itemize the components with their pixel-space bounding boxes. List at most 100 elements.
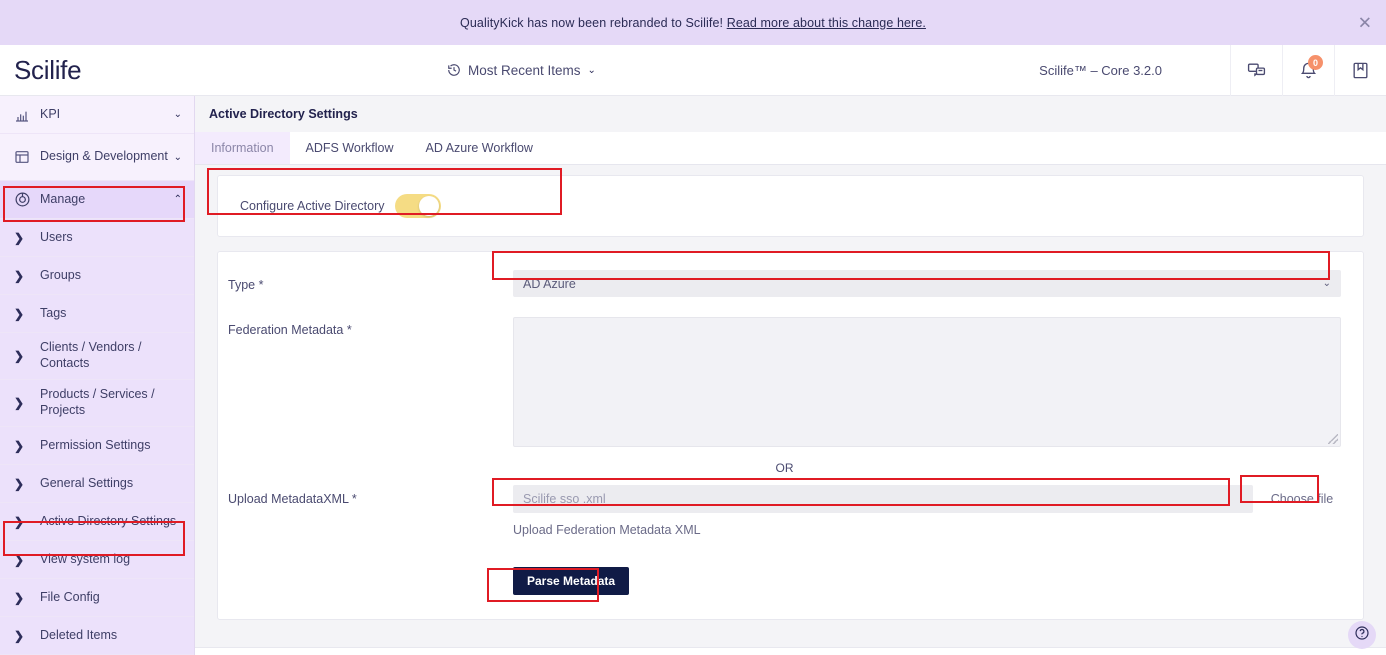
tab-adfs-workflow[interactable]: ADFS Workflow xyxy=(290,132,410,164)
top-navigation-bar: Scilife Most Recent Items ⌄ Scilife™ – C… xyxy=(0,45,1386,96)
sidebar-item-file-config[interactable]: ❯ File Config xyxy=(0,579,194,617)
sidebar-item-deleted-items[interactable]: ❯ Deleted Items xyxy=(0,617,194,655)
sidebar-item-active-directory-settings[interactable]: ❯ Active Directory Settings xyxy=(0,503,194,541)
question-mark-icon xyxy=(1354,625,1370,646)
sidebar-item-clients-vendors-contacts[interactable]: ❯ Clients / Vendors / Contacts xyxy=(0,333,194,380)
most-recent-items-label: Most Recent Items xyxy=(468,63,581,78)
configure-active-directory-card: Configure Active Directory xyxy=(217,175,1364,237)
chevron-right-icon: ❯ xyxy=(14,515,40,529)
sidebar-item-products-services-projects[interactable]: ❯ Products / Services / Projects xyxy=(0,380,194,427)
chevron-right-icon: ❯ xyxy=(14,439,40,453)
upload-metadata-row: Upload MetadataXML * Scilife sso .xml Ch… xyxy=(228,485,1341,537)
close-icon[interactable]: ✕ xyxy=(1358,14,1372,31)
chevron-down-icon: ⌄ xyxy=(174,109,182,120)
sidebar-item-label: KPI xyxy=(40,107,174,123)
type-select[interactable]: AD Azure ⌄ xyxy=(513,270,1341,297)
chevron-down-icon: ⌄ xyxy=(588,65,596,76)
tab-information[interactable]: Information xyxy=(195,132,290,164)
sidebar-item-permission-settings[interactable]: ❯ Permission Settings xyxy=(0,427,194,465)
notification-badge: 0 xyxy=(1308,55,1323,70)
sidebar-item-general-settings[interactable]: ❯ General Settings xyxy=(0,465,194,503)
sidebar-item-label: Design & Development xyxy=(40,149,174,165)
active-directory-form-card: Type * AD Azure ⌄ Federation Metadata * xyxy=(217,251,1364,620)
kpi-chart-icon xyxy=(14,107,40,123)
configure-active-directory-toggle[interactable] xyxy=(395,194,441,218)
sidebar-item-label: Active Directory Settings xyxy=(40,514,182,530)
sidebar-item-label: Users xyxy=(40,230,182,246)
sidebar-item-label: Products / Services / Projects xyxy=(40,387,182,418)
or-separator: OR xyxy=(228,461,1341,475)
configure-active-directory-label: Configure Active Directory xyxy=(240,199,385,213)
topbar-actions: Scilife™ – Core 3.2.0 0 xyxy=(1039,45,1386,96)
upload-helper-text: Upload Federation Metadata XML xyxy=(513,523,1341,537)
federation-metadata-label: Federation Metadata * xyxy=(228,315,513,338)
sidebar-item-kpi[interactable]: KPI ⌄ xyxy=(0,96,194,134)
sidebar-item-groups[interactable]: ❯ Groups xyxy=(0,257,194,295)
bottom-strip xyxy=(195,647,1386,655)
sidebar-item-label: Tags xyxy=(40,306,182,322)
history-clock-icon xyxy=(447,63,461,77)
chevron-down-icon: ⌄ xyxy=(174,152,182,163)
chevron-right-icon: ❯ xyxy=(14,629,40,643)
chevron-right-icon: ❯ xyxy=(14,396,40,410)
file-picker-row: Scilife sso .xml Choose file xyxy=(513,485,1341,513)
most-recent-items-dropdown[interactable]: Most Recent Items ⌄ xyxy=(447,63,596,78)
announcement-link[interactable]: Read more about this change here. xyxy=(727,16,926,30)
brand-logo[interactable]: Scilife xyxy=(0,55,195,86)
federation-metadata-row: Federation Metadata * xyxy=(228,315,1341,447)
manage-target-icon xyxy=(14,191,40,208)
form-content: Configure Active Directory Type * AD Azu… xyxy=(195,165,1386,655)
chevron-right-icon: ❯ xyxy=(14,553,40,567)
resize-handle[interactable] xyxy=(1328,434,1338,444)
type-row: Type * AD Azure ⌄ xyxy=(228,270,1341,297)
federation-metadata-textarea[interactable] xyxy=(513,317,1341,447)
type-select-value: AD Azure xyxy=(523,277,576,291)
sidebar-item-label: Clients / Vendors / Contacts xyxy=(40,340,182,371)
chat-bubbles-icon[interactable] xyxy=(1230,45,1282,96)
upload-metadata-label: Upload MetadataXML * xyxy=(228,485,513,507)
tab-ad-azure-workflow[interactable]: AD Azure Workflow xyxy=(410,132,549,164)
chevron-right-icon: ❯ xyxy=(14,349,40,363)
federation-metadata-field xyxy=(513,315,1341,447)
book-bookmark-icon[interactable] xyxy=(1334,45,1386,96)
chevron-right-icon: ❯ xyxy=(14,269,40,283)
sidebar-item-label: Deleted Items xyxy=(40,628,182,644)
type-label: Type * xyxy=(228,270,513,293)
sidebar-item-label: Manage xyxy=(40,192,174,208)
chevron-right-icon: ❯ xyxy=(14,591,40,605)
sidebar-item-users[interactable]: ❯ Users xyxy=(0,219,194,257)
sidebar-item-tags[interactable]: ❯ Tags xyxy=(0,295,194,333)
sidebar-item-label: General Settings xyxy=(40,476,182,492)
tab-bar: Information ADFS Workflow AD Azure Workf… xyxy=(195,132,1386,165)
chevron-up-icon: ⌃ xyxy=(174,194,182,205)
help-button[interactable] xyxy=(1348,621,1376,649)
upload-metadata-field: Scilife sso .xml Choose file Upload Fede… xyxy=(513,485,1341,537)
sidebar-navigation: KPI ⌄ Design & Development ⌄ xyxy=(0,96,195,655)
sidebar-item-view-system-log[interactable]: ❯ View system log xyxy=(0,541,194,579)
sidebar-item-label: Permission Settings xyxy=(40,438,182,454)
announcement-text: QualityKick has now been rebranded to Sc… xyxy=(460,16,926,30)
announcement-banner: QualityKick has now been rebranded to Sc… xyxy=(0,0,1386,45)
sidebar-item-label: Groups xyxy=(40,268,182,284)
type-field: AD Azure ⌄ xyxy=(513,270,1341,297)
choose-file-button[interactable]: Choose file xyxy=(1263,485,1341,513)
app-root: QualityKick has now been rebranded to Sc… xyxy=(0,0,1386,655)
page-title: Active Directory Settings xyxy=(195,96,1386,132)
chevron-right-icon: ❯ xyxy=(14,477,40,491)
version-label: Scilife™ – Core 3.2.0 xyxy=(1039,63,1162,78)
sidebar-item-manage[interactable]: Manage ⌃ xyxy=(0,181,194,219)
design-board-icon xyxy=(14,149,40,165)
chevron-right-icon: ❯ xyxy=(14,231,40,245)
sidebar-item-label: View system log xyxy=(40,552,182,568)
announcement-message: QualityKick has now been rebranded to Sc… xyxy=(460,16,723,30)
page-body: KPI ⌄ Design & Development ⌄ xyxy=(0,96,1386,655)
main-content: Active Directory Settings Information AD… xyxy=(195,96,1386,655)
sidebar-item-label: File Config xyxy=(40,590,182,606)
bell-icon[interactable]: 0 xyxy=(1282,45,1334,96)
sidebar-item-design-development[interactable]: Design & Development ⌄ xyxy=(0,134,194,181)
parse-metadata-button[interactable]: Parse Metadata xyxy=(513,567,629,595)
chevron-right-icon: ❯ xyxy=(14,307,40,321)
chevron-down-icon: ⌄ xyxy=(1323,278,1331,289)
toggle-knob xyxy=(419,196,439,216)
metadata-file-input[interactable]: Scilife sso .xml xyxy=(513,485,1253,513)
